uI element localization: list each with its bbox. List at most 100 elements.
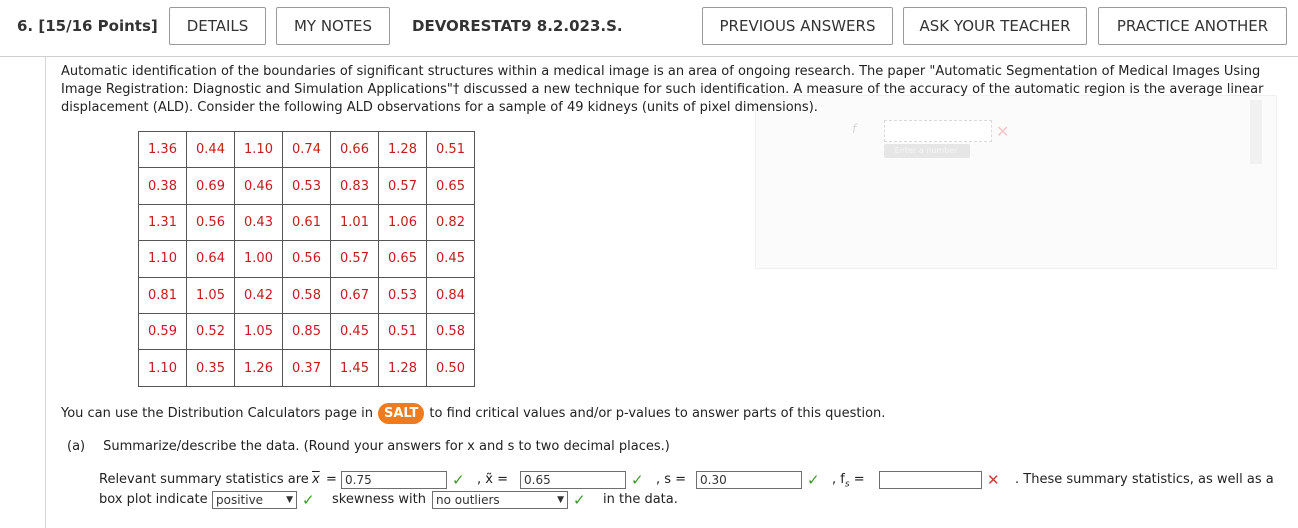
fs-prefix: , fs = [832, 472, 865, 490]
table-cell: 0.83 [330, 167, 379, 205]
table-cell: 0.58 [426, 312, 475, 351]
xtilde-input[interactable]: 0.65 [520, 471, 626, 489]
fs-incorrect-x-icon: ✕ [987, 471, 1000, 489]
table-cell: 0.38 [138, 167, 187, 205]
fs-subscript: s [844, 479, 850, 490]
table-cell: 1.26 [234, 349, 283, 387]
xtilde-prefix: , x̃ = [477, 472, 508, 487]
table-cell: 0.65 [378, 240, 427, 278]
xtilde-correct-check-icon: ✓ [631, 471, 644, 489]
question-header: 6. [15/16 Points] DETAILS MY NOTES DEVOR… [0, 0, 1298, 57]
xbar-equals: = [326, 472, 337, 487]
skewness-correct-check-icon: ✓ [302, 491, 315, 509]
question-number: 6. [17, 17, 34, 35]
box-plot-line: box plot indicate positive ▼ ✓ skewness … [99, 491, 799, 511]
table-cell: 1.10 [234, 130, 283, 169]
ghost-overlay-panel: f ✕ Enter a number. [755, 95, 1277, 269]
table-cell: 1.10 [138, 349, 187, 387]
table-cell: 1.28 [378, 130, 427, 169]
table-cell: 1.06 [378, 203, 427, 242]
table-cell: 0.65 [426, 167, 475, 205]
table-cell: 0.44 [186, 130, 235, 169]
details-button[interactable]: DETAILS [169, 7, 266, 45]
outliers-select-value: no outliers [436, 493, 500, 507]
table-cell: 1.31 [138, 203, 187, 242]
s-input[interactable]: 0.30 [696, 471, 802, 489]
table-cell: 0.85 [282, 312, 331, 351]
summary-stats-line: Relevant summary statistics are x = 0.75… [99, 471, 1289, 491]
table-cell: 0.82 [426, 203, 475, 242]
table-cell: 0.84 [426, 276, 475, 314]
previous-answers-button[interactable]: PREVIOUS ANSWERS [702, 7, 893, 45]
ghost-fs-label: f [852, 122, 857, 136]
part-a-label: (a) [67, 439, 86, 454]
table-cell: 1.28 [378, 349, 427, 387]
table-cell: 0.45 [426, 240, 475, 278]
part-a-prompt-text: Summarize/describe the data. (Round your… [103, 439, 670, 454]
table-cell: 0.50 [426, 349, 475, 387]
table-cell: 1.00 [234, 240, 283, 278]
table-cell: 0.64 [186, 240, 235, 278]
skewness-mid-text: skewness with [332, 492, 426, 507]
table-cell: 0.67 [330, 276, 379, 314]
fs-equals: = [853, 472, 865, 487]
table-cell: 0.52 [186, 312, 235, 351]
table-cell: 0.42 [234, 276, 283, 314]
table-cell: 0.53 [378, 276, 427, 314]
box-plot-prefix: box plot indicate [99, 492, 208, 507]
chevron-down-icon: ▼ [557, 495, 564, 505]
ghost-tooltip: Enter a number. [884, 144, 970, 158]
table-cell: 0.46 [234, 167, 283, 205]
part-a-prompt: (a) Summarize/describe the data. (Round … [67, 439, 670, 454]
table-cell: 0.59 [138, 312, 187, 351]
ghost-input [884, 120, 992, 142]
outliers-correct-check-icon: ✓ [573, 491, 586, 509]
skewness-select-value: positive [216, 493, 264, 507]
table-row: 1.10 0.64 1.00 0.56 0.57 0.65 0.45 [138, 240, 475, 278]
salt-badge-link[interactable]: SALT [377, 403, 425, 424]
salt-line: You can use the Distribution Calculators… [61, 403, 885, 424]
ald-data-table: 1.36 0.44 1.10 0.74 0.66 1.28 0.51 0.38 0.69 0.46… [138, 130, 475, 387]
fs-input[interactable] [879, 471, 982, 489]
table-cell: 0.61 [282, 203, 331, 242]
table-cell: 1.36 [138, 130, 187, 169]
chevron-down-icon: ▼ [286, 495, 293, 505]
table-cell: 0.51 [426, 130, 475, 169]
table-cell: 0.81 [138, 276, 187, 314]
table-row: 0.38 0.69 0.46 0.53 0.83 0.57 0.65 [138, 167, 475, 205]
table-cell: 0.74 [282, 130, 331, 169]
question-points: [15/16 Points] [38, 17, 158, 35]
table-cell: 0.57 [330, 240, 379, 278]
s-correct-check-icon: ✓ [807, 471, 820, 489]
summary-prefix-text: Relevant summary statistics are [99, 472, 309, 487]
box-plot-suffix: in the data. [603, 492, 678, 507]
my-notes-button[interactable]: MY NOTES [276, 7, 390, 45]
question-intro-text: Automatic identification of the boundari… [61, 64, 1264, 115]
ask-your-teacher-button[interactable]: ASK YOUR TEACHER [903, 7, 1087, 45]
s-prefix: , s = [656, 472, 687, 487]
table-row: 0.81 1.05 0.42 0.58 0.67 0.53 0.84 [138, 276, 475, 314]
xbar-input[interactable]: 0.75 [341, 471, 447, 489]
ghost-tooltip-text: Enter a number. [894, 146, 960, 155]
table-row: 1.36 0.44 1.10 0.74 0.66 1.28 0.51 [138, 130, 475, 169]
table-cell: 0.58 [282, 276, 331, 314]
salt-text-after: to find critical values and/or p-values … [429, 406, 886, 421]
practice-another-button[interactable]: PRACTICE ANOTHER [1098, 7, 1287, 45]
fs-prefix-text: , f [832, 472, 845, 487]
table-cell: 1.05 [186, 276, 235, 314]
table-cell: 0.69 [186, 167, 235, 205]
table-row: 0.59 0.52 1.05 0.85 0.45 0.51 0.58 [138, 312, 475, 351]
outliers-select[interactable]: no outliers ▼ [432, 491, 568, 509]
question-number-label: 6. [15/16 Points] [17, 17, 158, 35]
skewness-select[interactable]: positive ▼ [212, 491, 297, 509]
summary-suffix-text: . These summary statistics, as well as a [1015, 472, 1274, 487]
table-cell: 0.66 [330, 130, 379, 169]
content-left-border [45, 57, 46, 528]
table-cell: 0.56 [282, 240, 331, 278]
table-row: 1.31 0.56 0.43 0.61 1.01 1.06 0.82 [138, 203, 475, 242]
table-row: 1.10 0.35 1.26 0.37 1.45 1.28 0.50 [138, 349, 475, 387]
table-cell: 1.05 [234, 312, 283, 351]
table-cell: 1.10 [138, 240, 187, 278]
table-cell: 1.45 [330, 349, 379, 387]
table-cell: 0.43 [234, 203, 283, 242]
